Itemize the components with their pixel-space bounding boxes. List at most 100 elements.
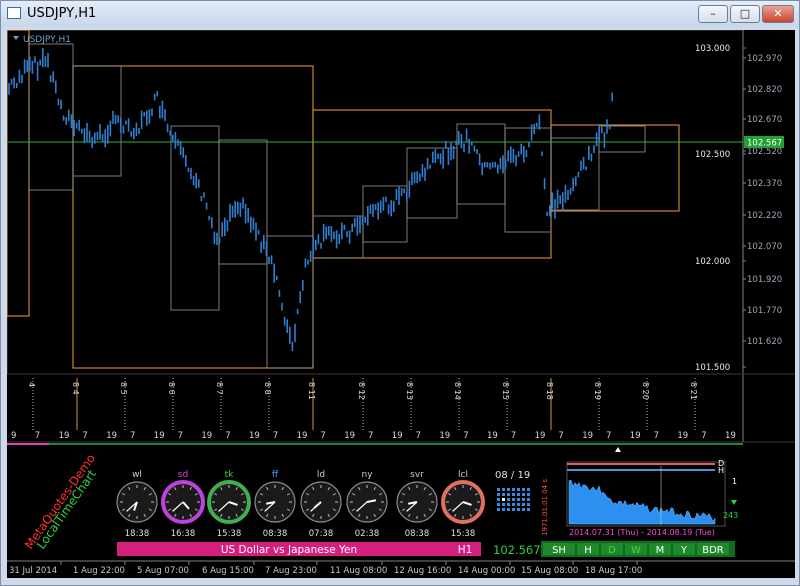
- hour-label: 19: [535, 431, 546, 441]
- hour-label: 9: [11, 431, 16, 441]
- hour-label: 7: [701, 431, 706, 441]
- hour-label: 7: [82, 431, 87, 441]
- clock-time: 07:38: [309, 529, 334, 539]
- clock-time: 15:38: [217, 529, 242, 539]
- svg-text:243: 243: [723, 511, 738, 520]
- time-tick: 6 Aug 15:00: [202, 566, 254, 576]
- clock-name: sd: [178, 470, 188, 480]
- price-tick: 101.920: [747, 275, 782, 285]
- time-tick: 7 Aug 23:00: [265, 566, 317, 576]
- minimize-button[interactable]: –: [698, 5, 728, 23]
- hour-label: 7: [558, 431, 563, 441]
- day-markers: 4 8 4 8 5 8 6 8 7 8 8 8 11 8 12 8 13 8 14 8 15 8 18…: [27, 378, 698, 430]
- clock-sd: sd 16:38: [161, 470, 205, 539]
- window-title: USDJPY,H1: [27, 6, 97, 21]
- svg-text:US Dollar vs Japanese Yen: US Dollar vs Japanese Yen: [221, 544, 357, 556]
- price-display: 102.567: [493, 543, 541, 557]
- timeframe-buttons[interactable]: SH H D W M Y BDR: [541, 541, 735, 557]
- svg-text:1971.01.01 04 s: 1971.01.01 04 s: [541, 479, 549, 536]
- clock-name: lcl: [458, 470, 468, 480]
- page-counter: 08 / 19: [495, 470, 530, 481]
- price-tick: 102.000: [695, 257, 730, 267]
- clock-time: 15:38: [451, 529, 476, 539]
- chart-area[interactable]: USDJPY,H1 103.000 102.970 102.820 102.67…: [7, 30, 795, 578]
- day-marker-label: 8 5: [119, 382, 128, 395]
- day-marker-label: 8 20: [641, 382, 650, 400]
- clock-time: 16:38: [171, 529, 196, 539]
- clock-ld: ld 07:38: [300, 470, 342, 539]
- clock-time: 08:38: [263, 529, 288, 539]
- title-bar[interactable]: USDJPY,H1 – □ ✕: [1, 1, 799, 27]
- day-marker-label: 8 4: [71, 382, 80, 395]
- price-tick: 101.620: [747, 337, 782, 347]
- time-tick: 18 Aug 17:00: [585, 566, 642, 576]
- clock-name: ff: [272, 470, 279, 480]
- price-tick: 102.970: [747, 54, 782, 64]
- price-tick: 102.070: [747, 242, 782, 252]
- day-marker-label: 8 18: [545, 382, 554, 400]
- price-tick: 102.500: [695, 150, 730, 160]
- timeframe-button-h[interactable]: H: [577, 543, 599, 556]
- timeframe-button-bdr[interactable]: BDR: [697, 543, 729, 556]
- mt4-chart-window: USDJPY,H1 – □ ✕ USDJPY,H1 103.000 102.97…: [0, 0, 800, 586]
- price-tick: 101.770: [747, 306, 782, 316]
- time-tick: 5 Aug 07:00: [137, 566, 189, 576]
- clock-ff: ff 08:38: [254, 470, 296, 539]
- clock-name: tk: [225, 470, 235, 480]
- hour-label: 19: [439, 431, 450, 441]
- hour-label: 7: [35, 431, 40, 441]
- close-button[interactable]: ✕: [762, 5, 794, 23]
- clock-tk: tk 15:38: [207, 470, 251, 539]
- svg-text:1: 1: [732, 477, 737, 486]
- svg-text:BDR: BDR: [702, 545, 724, 556]
- svg-text:M: M: [656, 545, 665, 556]
- hour-label: 19: [582, 431, 593, 441]
- hour-label: 19: [677, 431, 688, 441]
- hour-label: 7: [606, 431, 611, 441]
- timeframe-button-sh[interactable]: SH: [543, 543, 575, 556]
- current-position-marker: [615, 447, 621, 452]
- timeframe-button-y[interactable]: Y: [673, 543, 695, 556]
- symbol-dropdown[interactable]: USDJPY,H1: [13, 35, 71, 45]
- day-marker-label: 8 13: [405, 382, 414, 400]
- hour-label: 19: [392, 431, 403, 441]
- time-tick: 14 Aug 00:00: [458, 566, 515, 576]
- timeframe-button-d[interactable]: D: [601, 543, 623, 556]
- hour-label: 7: [654, 431, 659, 441]
- hour-label: 7: [416, 431, 421, 441]
- price-bars: [8, 48, 614, 352]
- price-tick: 101.500: [695, 363, 730, 373]
- svg-text:Y: Y: [680, 545, 688, 556]
- hour-label: 7: [130, 431, 135, 441]
- hour-label: 19: [630, 431, 641, 441]
- svg-text:MetaQuotes-Demo: MetaQuotes-Demo: [22, 452, 98, 552]
- day-marker-label: 8 14: [453, 382, 462, 400]
- clock-time: 02:38: [355, 529, 380, 539]
- day-marker-label: 8 11: [307, 382, 316, 400]
- time-tick: 12 Aug 16:00: [394, 566, 451, 576]
- hour-label: 7: [511, 431, 516, 441]
- clock-time: 08:38: [405, 529, 430, 539]
- broker-watermark: MetaQuotes-Demo LocalTimeChart: [22, 452, 99, 552]
- day-marker-label: 8 7: [215, 382, 224, 395]
- svg-text:H: H: [718, 466, 724, 475]
- timeframe-button-w[interactable]: W: [625, 543, 647, 556]
- hour-labels: 9 7 19 7 19 7 19 7 19 7 19 7 19 7 19 7 19 7 19 7 19 7 19 7 19 7 19…: [11, 431, 736, 441]
- price-tick: 102.820: [747, 85, 782, 95]
- clock-ny: ny 02:38: [346, 470, 388, 539]
- time-tick: 1 Aug 22:00: [73, 566, 125, 576]
- maximize-button[interactable]: □: [730, 5, 760, 23]
- hour-label: 19: [487, 431, 498, 441]
- price-tick: 102.520: [747, 147, 782, 157]
- price-panel-frame: [7, 30, 744, 375]
- hour-label: 19: [106, 431, 117, 441]
- price-axis: 103.000102.970102.820102.670102.520102.5…: [695, 44, 782, 373]
- grid-icon[interactable]: [497, 488, 530, 511]
- timeframe-button-m[interactable]: M: [649, 543, 671, 556]
- symbol-label: USDJPY,H1: [23, 35, 71, 45]
- hour-label: 19: [725, 431, 736, 441]
- svg-text:H1: H1: [458, 544, 473, 556]
- svg-text:2014.07.31 (Thu) - 2014.08.19: 2014.07.31 (Thu) - 2014.08.19 (Tue): [569, 528, 715, 537]
- day-marker-label: 8 12: [357, 382, 366, 400]
- day-marker-label: 8 8: [263, 382, 272, 395]
